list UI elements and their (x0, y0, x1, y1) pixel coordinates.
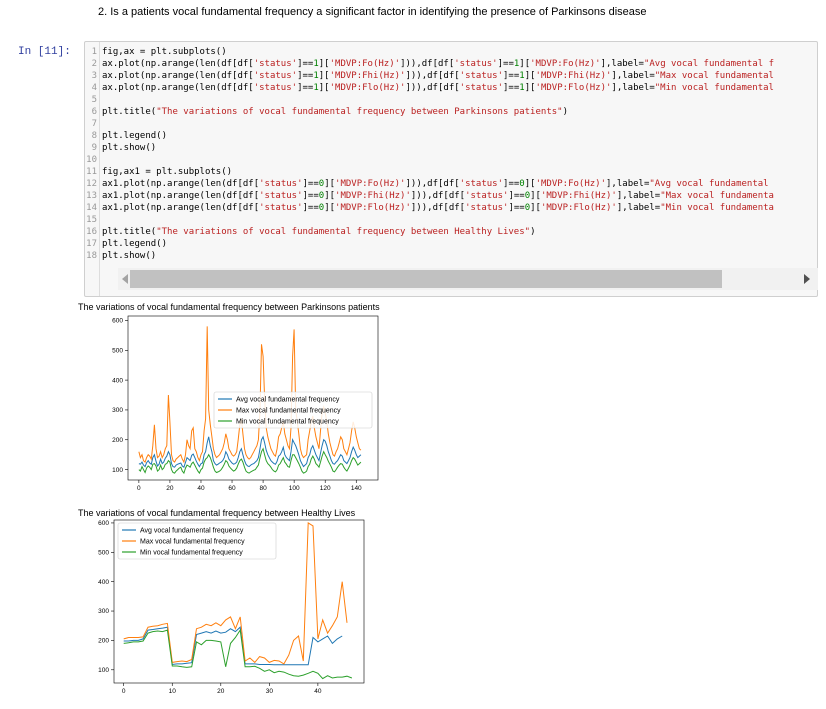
y-tick-label: 400 (98, 579, 109, 586)
y-tick-label: 300 (98, 608, 109, 615)
x-tick-label: 30 (266, 688, 274, 695)
x-tick-label: 10 (169, 688, 177, 695)
legend-label: Min vocal fundamental frequency (140, 550, 243, 557)
y-tick-label: 500 (98, 550, 109, 557)
legend-label: Avg vocal fundamental frequency (140, 528, 244, 535)
chart-healthy: 100 200 300 400 500 600 0 10 20 30 40 Avg vocal fun… (98, 519, 365, 695)
x-tick-label: 0 (122, 688, 126, 695)
y-tick-label: 600 (98, 520, 109, 527)
y-tick-label: 100 (98, 667, 109, 674)
y-tick-label: 200 (98, 638, 109, 645)
x-tick-label: 20 (217, 688, 225, 695)
legend-label: Max vocal fundamental frequency (140, 539, 245, 546)
x-tick-label: 40 (314, 688, 322, 695)
